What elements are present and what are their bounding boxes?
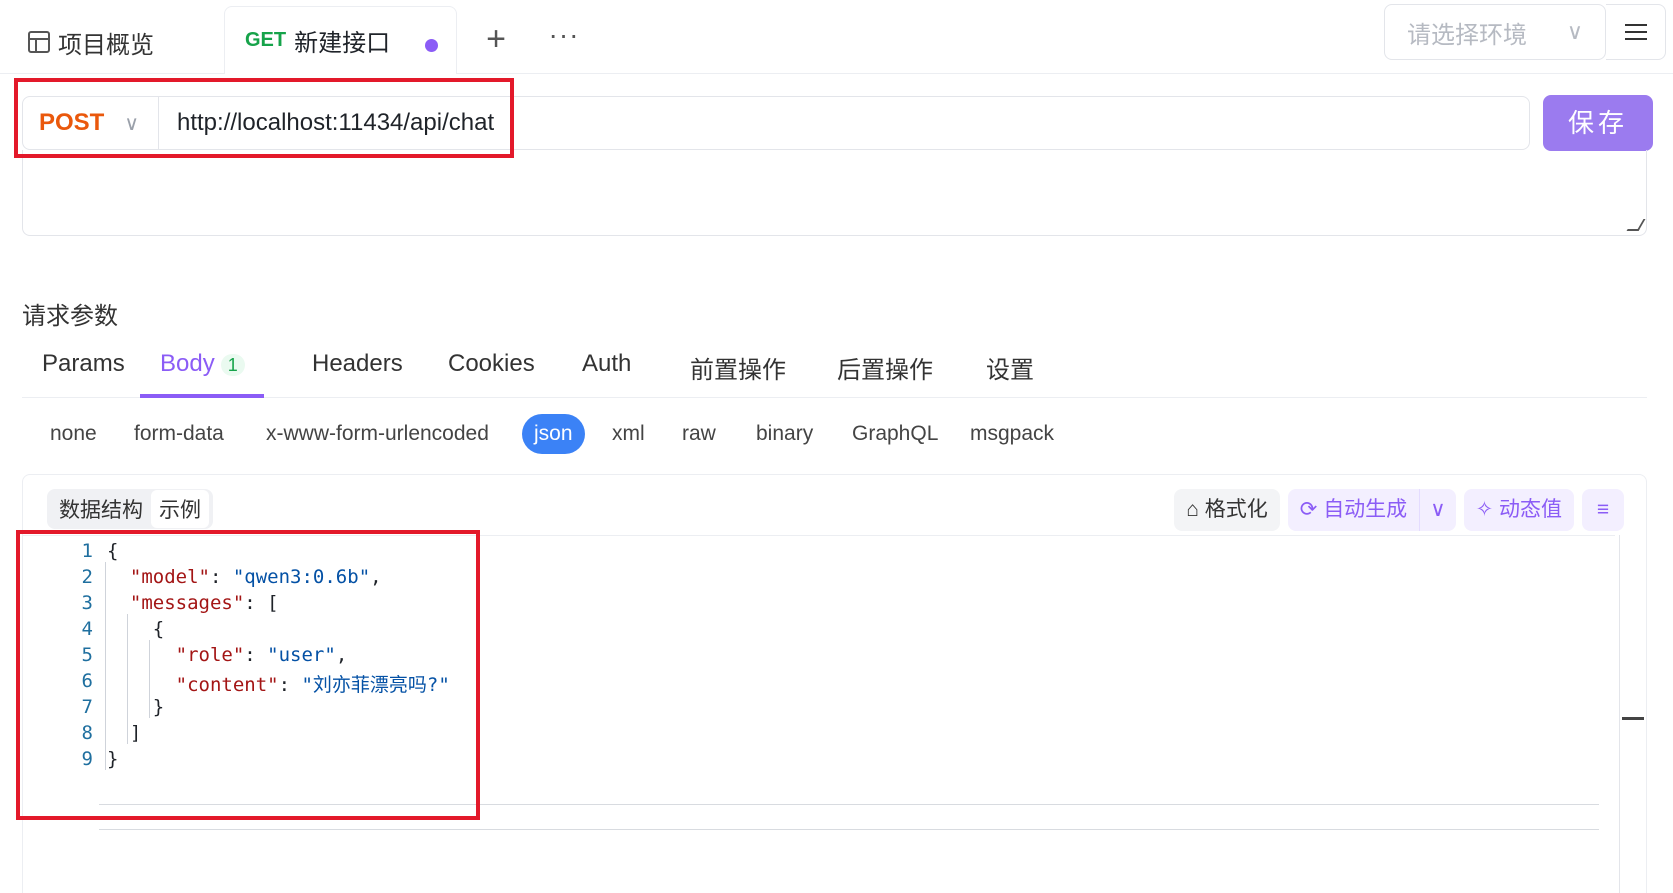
autogen-button[interactable]: ⟳ 自动生成 (1288, 489, 1419, 531)
code-line: ] (107, 722, 142, 744)
menu-button[interactable] (1606, 4, 1666, 60)
line-number: 3 (81, 592, 93, 614)
resize-handle-icon[interactable] (1626, 219, 1646, 231)
layout-icon (28, 31, 50, 53)
format-icon: ⌂ (1186, 498, 1205, 521)
tab-new-endpoint-label: 新建接口 (294, 30, 391, 57)
code-line: { (107, 618, 165, 640)
indent-guide (105, 562, 106, 770)
tab-new-endpoint[interactable]: GET 新建接口 (224, 6, 457, 74)
line-number: 1 (81, 540, 93, 562)
autogen-dropdown-button[interactable]: ∨ (1419, 489, 1455, 531)
description-textarea[interactable] (22, 150, 1647, 236)
tab-project-overview[interactable]: 项目概览 (28, 22, 154, 62)
line-number: 7 (81, 696, 93, 718)
line-number: 9 (81, 748, 93, 770)
body-editor-panel: 数据结构 示例 ⌂ 格式化 ⟳ 自动生成 ∨ ✧ 动态值 ≡ 1 2 3 4 5… (22, 474, 1647, 893)
body-type-json[interactable]: json (522, 414, 585, 454)
line-number: 8 (81, 722, 93, 744)
format-button[interactable]: ⌂ 格式化 (1174, 489, 1280, 531)
dynamic-value-button[interactable]: ✧ 动态值 (1463, 489, 1574, 531)
refresh-icon: ⟳ (1299, 498, 1324, 521)
line-number: 6 (81, 670, 93, 692)
json-string: "刘亦菲漂亮吗?" (301, 674, 450, 696)
chevron-down-icon: ∨ (124, 112, 139, 135)
scroll-position-marker (1622, 717, 1644, 720)
body-type-urlencoded[interactable]: x-www-form-urlencoded (266, 414, 489, 454)
json-key: "messages" (129, 592, 245, 614)
environment-placeholder: 请选择环境 (1407, 21, 1527, 49)
body-count-badge: 1 (220, 354, 245, 376)
line-number: 4 (81, 618, 93, 640)
tab-body-label: Body (160, 350, 215, 377)
code-line: "messages": [ (129, 592, 279, 614)
code-editor[interactable]: 1 2 3 4 5 6 7 8 9 { "model": "qwen3:0.6b… (23, 535, 1615, 893)
view-segment: 数据结构 示例 (47, 489, 213, 529)
json-string: "qwen3:0.6b" (232, 566, 371, 588)
current-line-highlight (99, 804, 1599, 830)
dynamic-value-label: 动态值 (1499, 498, 1562, 521)
body-type-none[interactable]: none (50, 414, 97, 454)
editor-toolbar: ⌂ 格式化 ⟳ 自动生成 ∨ ✧ 动态值 ≡ (1174, 489, 1624, 531)
code-line: "model": "qwen3:0.6b", (129, 566, 382, 588)
wrap-toggle-button[interactable]: ≡ (1582, 489, 1624, 531)
code-line: } (107, 696, 165, 718)
tab-headers[interactable]: Headers (312, 350, 403, 398)
body-type-raw[interactable]: raw (682, 414, 716, 454)
chevron-down-icon: ∨ (1430, 498, 1446, 521)
format-label: 格式化 (1204, 498, 1268, 521)
magic-wand-icon: ✧ (1475, 498, 1499, 521)
tab-params[interactable]: Params (42, 350, 125, 398)
url-input[interactable]: http://localhost:11434/api/chat (159, 109, 494, 137)
more-tabs-button[interactable]: ··· (546, 20, 582, 60)
autogen-button-group: ⟳ 自动生成 ∨ (1287, 489, 1456, 531)
segment-schema[interactable]: 数据结构 (51, 490, 151, 528)
json-key: "content" (175, 674, 279, 696)
save-button[interactable]: 保存 (1543, 95, 1653, 151)
body-type-msgpack[interactable]: msgpack (970, 414, 1054, 454)
code-line: { (107, 540, 119, 562)
json-key: "role" (175, 644, 245, 666)
json-key: "model" (129, 566, 210, 588)
code-line: "role": "user", (175, 644, 348, 666)
section-title: 请求参数 (22, 303, 118, 330)
method-select[interactable]: POST ∨ (23, 97, 159, 149)
tab-settings[interactable]: 设置 (986, 350, 1034, 398)
body-type-form-data[interactable]: form-data (134, 414, 224, 454)
add-tab-button[interactable]: + (480, 20, 512, 60)
editor-scrollbar[interactable] (1619, 535, 1620, 893)
method-label: POST (39, 109, 105, 136)
tab-bar: 项目概览 GET 新建接口 + ··· 请选择环境 ∨ (0, 0, 1673, 74)
tab-auth[interactable]: Auth (582, 350, 631, 398)
wrap-lines-icon: ≡ (1596, 498, 1610, 521)
json-string: "user" (267, 644, 336, 666)
request-tabs: Params Body 1 Headers Cookies Auth 前置操作 后… (22, 344, 1647, 398)
body-type-xml[interactable]: xml (612, 414, 645, 454)
body-type-graphql[interactable]: GraphQL (852, 414, 938, 454)
request-url-bar: POST ∨ http://localhost:11434/api/chat (22, 96, 1530, 150)
segment-example[interactable]: 示例 (151, 490, 209, 528)
body-type-binary[interactable]: binary (756, 414, 813, 454)
tab-body[interactable]: Body 1 (140, 350, 264, 398)
tab-pre-operations[interactable]: 前置操作 (690, 350, 786, 398)
tab-cookies[interactable]: Cookies (448, 350, 535, 398)
tab-post-operations[interactable]: 后置操作 (837, 350, 933, 398)
unsaved-dot-icon (425, 39, 438, 52)
chevron-down-icon: ∨ (1566, 19, 1583, 44)
code-line: "content": "刘亦菲漂亮吗?" (175, 674, 450, 696)
tab-overview-label: 项目概览 (58, 31, 154, 59)
line-number: 5 (81, 644, 93, 666)
code-line: } (107, 748, 119, 770)
environment-select[interactable]: 请选择环境 ∨ (1384, 4, 1606, 60)
tab-method-badge: GET (245, 29, 287, 51)
line-number: 2 (81, 566, 93, 588)
autogen-label: 自动生成 (1323, 498, 1408, 521)
hamburger-icon (1624, 24, 1647, 40)
